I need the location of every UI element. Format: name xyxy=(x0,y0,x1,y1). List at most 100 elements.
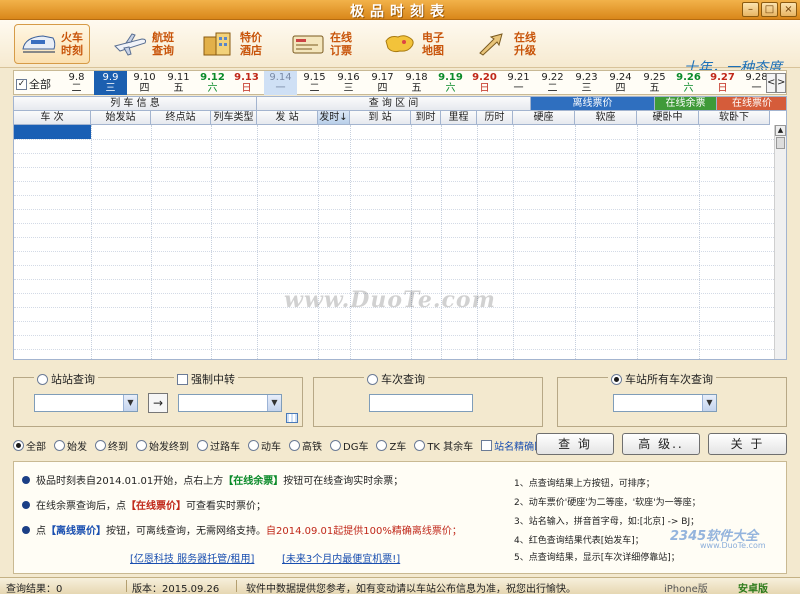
date-item[interactable]: 9.25 五 xyxy=(638,71,671,95)
date-item[interactable]: 9.23 三 xyxy=(570,71,603,95)
date-item[interactable]: 9.27 日 xyxy=(706,71,739,95)
date-item[interactable]: 9.26 六 xyxy=(672,71,705,95)
date-item[interactable]: 9.22 二 xyxy=(536,71,569,95)
date-item[interactable]: 9.15 二 xyxy=(298,71,331,95)
grid-row-line xyxy=(14,139,774,140)
weekday-label: 三 xyxy=(343,83,354,94)
minimize-button[interactable]: – xyxy=(742,2,759,17)
maximize-button[interactable]: □ xyxy=(761,2,778,17)
weekday-label: 五 xyxy=(173,83,184,94)
selected-row[interactable] xyxy=(14,125,91,139)
date-item[interactable]: 9.19 六 xyxy=(434,71,467,95)
column-header[interactable]: 硬座 xyxy=(513,111,575,125)
date-item[interactable]: 9.17 四 xyxy=(366,71,399,95)
about-button[interactable]: 关 于 xyxy=(708,433,787,455)
column-header[interactable]: 发 站 xyxy=(257,111,318,125)
date-label: 9.26 xyxy=(676,72,701,83)
android-link[interactable]: 安卓版 xyxy=(738,580,768,594)
toolbar-hotel-deals[interactable]: 特价 酒店 xyxy=(200,24,262,64)
filter-radio[interactable]: DG车 xyxy=(330,438,368,453)
date-item[interactable]: 9.14 一 xyxy=(264,71,297,95)
filter-radio[interactable]: 终到 xyxy=(95,438,128,453)
online-fare-button[interactable]: 在线票价 xyxy=(717,97,786,111)
filter-radio[interactable]: 高铁 xyxy=(289,438,322,453)
station-select[interactable]: ▼ xyxy=(613,394,717,412)
date-item[interactable]: 9.20 日 xyxy=(468,71,501,95)
advanced-button[interactable]: 高 级.. xyxy=(622,433,700,455)
online-tickets-button[interactable]: 在线余票 xyxy=(655,97,717,111)
filter-radio[interactable]: TK 其余车 xyxy=(414,438,473,453)
radio-icon xyxy=(376,440,388,451)
date-label: 9.22 xyxy=(541,72,564,83)
note-text: 按钮，可离线查询，无需网络支持。 xyxy=(106,526,266,537)
grid-column-line xyxy=(350,125,351,359)
from-station-select[interactable]: ▼ xyxy=(34,394,138,412)
scroll-thumb[interactable] xyxy=(776,137,785,149)
grid-row-line xyxy=(14,279,774,280)
vertical-scrollbar[interactable]: ▲ xyxy=(774,125,786,359)
force-transfer-checkbox[interactable]: 强制中转 xyxy=(174,371,238,387)
airplane-icon xyxy=(112,29,148,59)
date-item[interactable]: 9.9 三 xyxy=(94,71,127,95)
grid-row-line xyxy=(14,335,774,336)
date-item[interactable]: 9.11 五 xyxy=(162,71,195,95)
date-item[interactable]: 9.13 日 xyxy=(230,71,263,95)
toolbar-label: 在线 xyxy=(330,31,352,44)
online-fare-highlight: 【在线票价】 xyxy=(126,501,186,512)
keyboard-icon[interactable] xyxy=(286,413,298,423)
column-header[interactable]: 发时↓ xyxy=(318,111,350,125)
query-button[interactable]: 查 询 xyxy=(536,433,614,455)
cheap-flights-link[interactable]: [未来3个月内最便宜机票!] xyxy=(282,550,400,565)
column-header[interactable]: 车 次 xyxy=(14,111,91,125)
ticket-icon xyxy=(290,29,326,59)
column-header[interactable]: 终点站 xyxy=(151,111,211,125)
grid-row-line xyxy=(14,209,774,210)
column-header[interactable]: 始发站 xyxy=(91,111,151,125)
toolbar-train-timetable[interactable]: 火车 时刻 xyxy=(14,24,90,64)
date-item[interactable]: 9.8 二 xyxy=(60,71,93,95)
weekday-label: 六 xyxy=(683,83,694,94)
toolbar-online-booking[interactable]: 在线 订票 xyxy=(290,24,352,64)
chevron-down-icon: ▼ xyxy=(123,395,137,411)
weekday-label: 四 xyxy=(377,83,388,94)
date-next-button[interactable]: > xyxy=(776,73,786,93)
station-query-radio[interactable]: 站站查询 xyxy=(34,371,98,387)
date-item[interactable]: 9.12 六 xyxy=(196,71,229,95)
train-number-input[interactable] xyxy=(369,394,473,412)
filter-radio[interactable]: 始发 xyxy=(54,438,87,453)
column-header[interactable]: 列车类型 xyxy=(211,111,257,125)
toolbar-flight-query[interactable]: 航班 查询 xyxy=(112,24,174,64)
train-query-radio[interactable]: 车次查询 xyxy=(364,371,428,387)
column-header[interactable]: 历时 xyxy=(477,111,513,125)
filter-radio[interactable]: 动车 xyxy=(248,438,281,453)
column-header[interactable]: 到 站 xyxy=(350,111,411,125)
offline-fare-button[interactable]: 离线票价 xyxy=(531,97,655,111)
toolbar-online-upgrade[interactable]: 在线 升级 xyxy=(474,24,536,64)
swap-arrow-button[interactable]: → xyxy=(148,393,168,413)
station-all-trains-radio[interactable]: 车站所有车次查询 xyxy=(608,371,716,387)
column-header[interactable]: 到时 xyxy=(411,111,441,125)
iphone-link[interactable]: iPhone版 xyxy=(664,580,708,594)
column-header[interactable]: 里程 xyxy=(441,111,477,125)
date-item[interactable]: 9.10 四 xyxy=(128,71,161,95)
date-item[interactable]: 9.18 五 xyxy=(400,71,433,95)
filter-radio[interactable]: 始发终到 xyxy=(136,438,189,453)
filter-radio[interactable]: 全部 xyxy=(13,438,46,453)
filter-radio[interactable]: 过路车 xyxy=(197,438,240,453)
to-station-select[interactable]: ▼ xyxy=(178,394,282,412)
date-item[interactable]: 9.24 四 xyxy=(604,71,637,95)
hosting-link[interactable]: [亿恩科技 服务器托管/租用] xyxy=(130,550,254,565)
column-header[interactable]: 软卧下 xyxy=(699,111,770,125)
grid-column-line xyxy=(211,125,212,359)
filter-radio[interactable]: Z车 xyxy=(376,438,406,453)
toolbar-electronic-map[interactable]: 电子 地图 xyxy=(382,24,444,64)
all-dates-checkbox[interactable]: ✓ 全部 xyxy=(16,76,51,92)
column-header[interactable]: 软座 xyxy=(575,111,637,125)
column-header[interactable]: 硬卧中 xyxy=(637,111,699,125)
date-item[interactable]: 9.16 三 xyxy=(332,71,365,95)
date-prev-button[interactable]: < xyxy=(766,73,776,93)
train-icon xyxy=(21,29,57,59)
scroll-up-icon[interactable]: ▲ xyxy=(775,125,786,136)
close-button[interactable]: × xyxy=(780,2,797,17)
date-item[interactable]: 9.21 一 xyxy=(502,71,535,95)
